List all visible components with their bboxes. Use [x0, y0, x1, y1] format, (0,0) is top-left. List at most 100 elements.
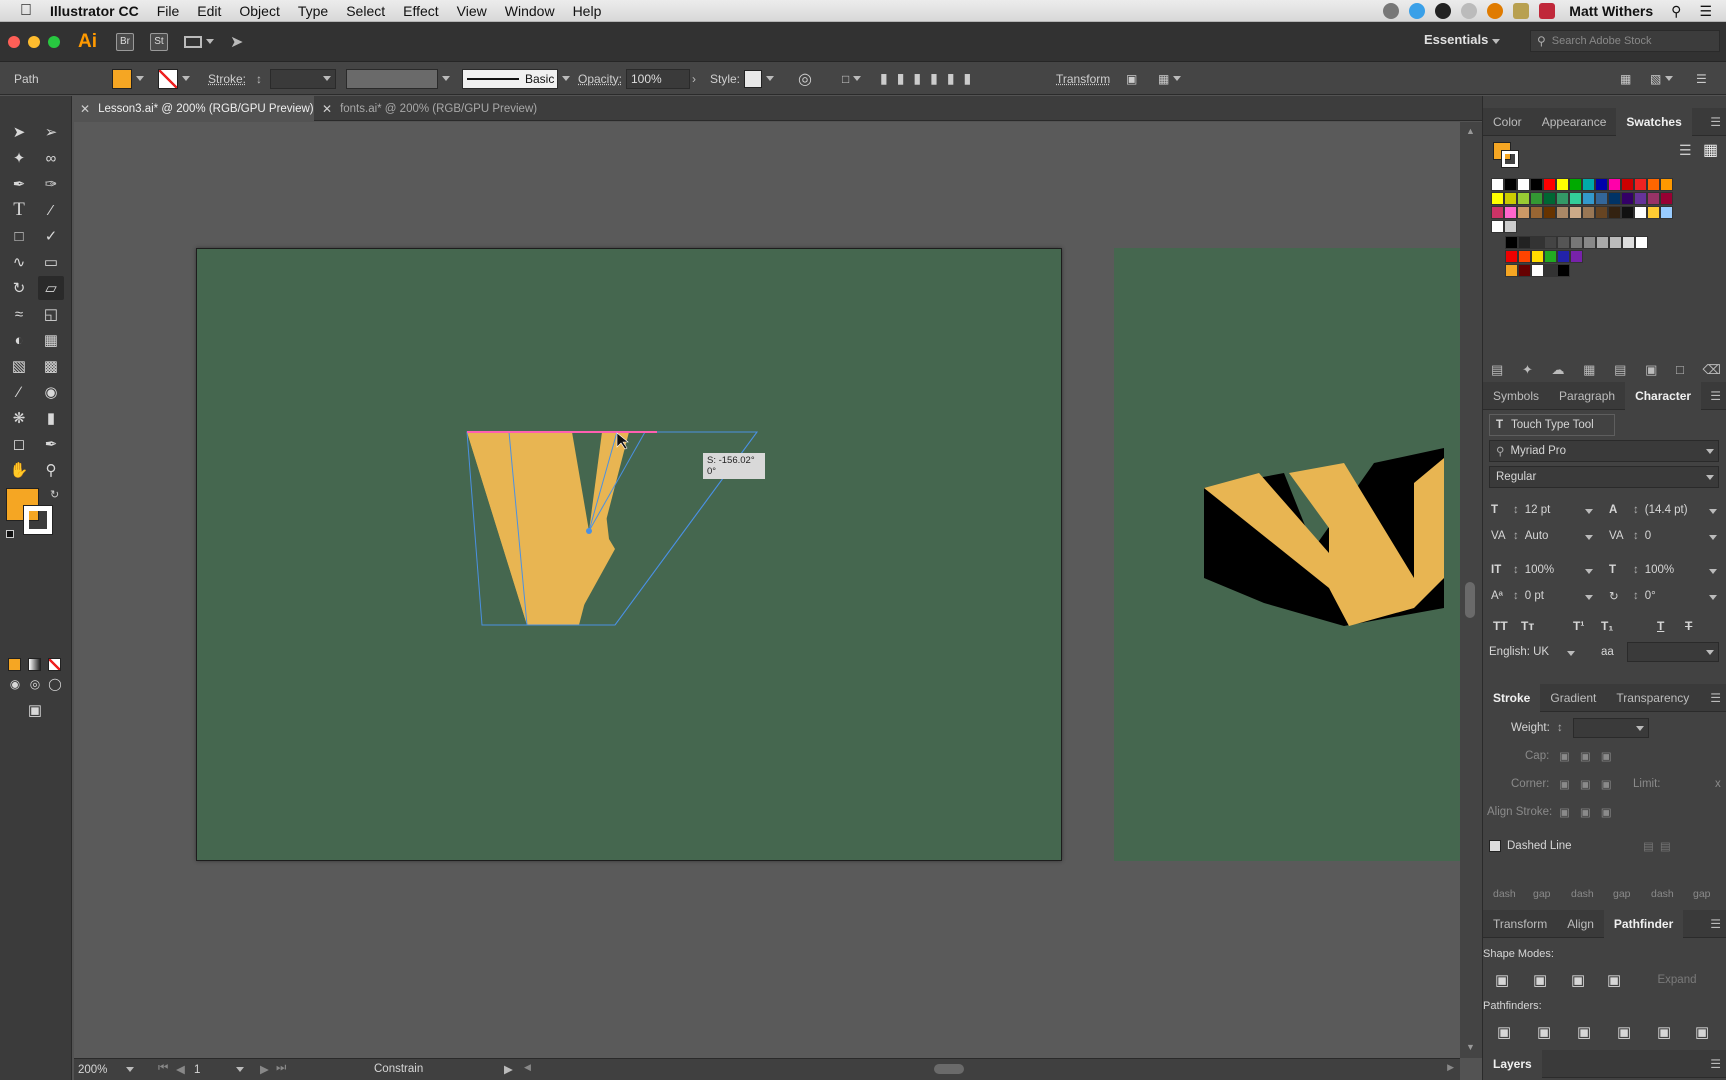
crop-icon[interactable]: ▣ — [1617, 1023, 1631, 1041]
magic-wand-tool-icon[interactable]: ✦ — [6, 146, 32, 170]
notification-center-icon[interactable]: ☰ — [1690, 3, 1726, 20]
stroke-color-control[interactable] — [158, 62, 190, 95]
horizontal-scale-field[interactable]: ↕ 100% — [1633, 564, 1717, 576]
color-swatch[interactable] — [1608, 178, 1621, 191]
color-swatch[interactable] — [1647, 192, 1660, 205]
color-swatch[interactable] — [1556, 206, 1569, 219]
color-swatch[interactable] — [1660, 206, 1673, 219]
artwork-3d-letters[interactable] — [1114, 248, 1460, 861]
artboard-number-field[interactable]: 1 — [194, 1061, 244, 1078]
menu-select[interactable]: Select — [337, 3, 394, 19]
bridge-button[interactable]: Br — [116, 32, 134, 51]
anchor-point[interactable] — [586, 528, 592, 534]
new-folder-icon[interactable]: ▣ — [1645, 362, 1657, 378]
color-mode-icon[interactable] — [8, 658, 21, 671]
stroke-swatch-large[interactable] — [23, 505, 53, 535]
color-swatch[interactable] — [1531, 264, 1544, 277]
eraser-tool-icon[interactable]: ▭ — [38, 250, 64, 274]
color-swatch[interactable] — [1543, 192, 1556, 205]
minimize-window-button[interactable] — [28, 35, 40, 48]
intersect-icon[interactable]: ▣ — [1571, 971, 1585, 989]
color-swatch[interactable] — [1583, 236, 1596, 249]
color-swatch[interactable] — [1569, 192, 1582, 205]
color-swatch[interactable] — [1530, 178, 1543, 191]
graphic-style-picker[interactable] — [744, 62, 774, 95]
color-swatch[interactable] — [1647, 178, 1660, 191]
perspective-grid-tool-icon[interactable]: ▦ — [38, 328, 64, 352]
touch-type-button[interactable]: T Touch Type Tool — [1489, 414, 1615, 436]
artboard-tool-icon[interactable]: ◻ — [6, 432, 32, 456]
workspace-switcher[interactable]: Essentials — [1424, 32, 1501, 47]
character-rotation-field[interactable]: ↕ 0° — [1633, 590, 1717, 602]
vertical-scale-field[interactable]: ↕ 100% — [1513, 564, 1593, 576]
color-swatch[interactable] — [1582, 178, 1595, 191]
color-swatch[interactable] — [1531, 250, 1544, 263]
color-swatch[interactable] — [1504, 178, 1517, 191]
recolor-artwork-icon[interactable]: ◎ — [798, 62, 812, 95]
app-menu[interactable]: Illustrator CC — [41, 3, 148, 19]
tab-transparency[interactable]: Transparency — [1606, 684, 1699, 712]
hand-tool-icon[interactable]: ✋ — [6, 458, 32, 482]
selection-tool-icon[interactable]: ➤ — [6, 120, 32, 144]
control-menu-icon[interactable]: ☰ — [1696, 62, 1707, 95]
user-name[interactable]: Matt Withers — [1560, 3, 1662, 19]
merge-icon[interactable]: ▣ — [1577, 1023, 1591, 1041]
anti-aliasing-select[interactable] — [1627, 642, 1719, 662]
tab-pathfinder[interactable]: Pathfinder — [1603, 909, 1684, 938]
gradient-tool-icon[interactable]: ▩ — [38, 354, 64, 378]
stroke-none-swatch[interactable] — [158, 68, 178, 89]
swap-fill-stroke-icon[interactable]: ↻ — [50, 488, 59, 501]
zoom-window-button[interactable] — [48, 35, 60, 48]
close-tab-icon[interactable]: ✕ — [80, 102, 90, 116]
stock-search-input[interactable]: ⚲ Search Adobe Stock — [1530, 30, 1720, 52]
apple-icon[interactable]:  — [0, 2, 41, 20]
status-arrow-icon[interactable]: ▶ — [504, 1062, 513, 1076]
arrange-panels-icon[interactable]: ▧ — [1650, 62, 1674, 95]
cc-libraries-icon[interactable]: ☁ — [1552, 362, 1565, 378]
stroke-weight-field[interactable] — [270, 62, 336, 95]
vertical-scrollbar[interactable]: ▲ ▼ — [1460, 122, 1482, 1058]
outline-icon[interactable]: ▣ — [1657, 1023, 1671, 1041]
stroke-label[interactable]: Stroke: — [208, 62, 246, 95]
superscript-icon[interactable]: T¹ — [1573, 619, 1584, 633]
default-fill-stroke-icon[interactable] — [6, 530, 14, 538]
sync-icon[interactable] — [1461, 3, 1478, 19]
artboard-nav-next-icon[interactable]: ▶ — [260, 1062, 269, 1076]
kerning-field[interactable]: ↕ Auto — [1513, 530, 1593, 542]
color-swatch[interactable] — [1595, 206, 1608, 219]
menu-file[interactable]: File — [148, 3, 189, 19]
scroll-thumb[interactable] — [1465, 582, 1475, 618]
blend-tool-icon[interactable]: ◉ — [38, 380, 64, 404]
variable-width-profile[interactable] — [346, 62, 450, 95]
color-swatch[interactable] — [1556, 178, 1569, 191]
color-swatch[interactable] — [1647, 206, 1660, 219]
color-swatch[interactable] — [1621, 178, 1634, 191]
font-style-field[interactable]: Regular — [1489, 466, 1719, 488]
horizontal-scrollbar[interactable]: ◀ ▶ — [524, 1062, 1454, 1077]
document-canvas[interactable]: S: -156.02° 0° — [74, 122, 1460, 1058]
isolate-icon[interactable]: ▣ — [1126, 62, 1137, 95]
menu-effect[interactable]: Effect — [394, 3, 448, 19]
minus-front-icon[interactable]: ▣ — [1533, 971, 1547, 989]
spotlight-search-icon[interactable]: ⚲ — [1662, 3, 1690, 20]
tab-character[interactable]: Character — [1625, 381, 1702, 410]
color-swatch[interactable] — [1531, 236, 1544, 249]
brush-definition[interactable]: Basic — [462, 62, 570, 95]
color-swatch[interactable] — [1660, 192, 1673, 205]
color-swatch[interactable] — [1544, 250, 1557, 263]
align-to-icon[interactable]: □ — [842, 62, 862, 95]
color-swatch[interactable] — [1517, 206, 1530, 219]
color-swatch[interactable] — [1544, 236, 1557, 249]
pen-tool-icon[interactable]: ✒ — [6, 172, 32, 196]
curvature-tool-icon[interactable]: ✑ — [38, 172, 64, 196]
close-tab-icon[interactable]: ✕ — [322, 102, 332, 116]
font-family-field[interactable]: ⚲ Myriad Pro — [1489, 440, 1719, 462]
mesh-tool-icon[interactable]: ▧ — [6, 354, 32, 378]
color-swatch[interactable] — [1557, 250, 1570, 263]
color-swatch[interactable] — [1518, 264, 1531, 277]
color-swatch[interactable] — [1543, 206, 1556, 219]
color-swatch[interactable] — [1557, 264, 1570, 277]
artboard-2[interactable] — [1114, 248, 1460, 861]
h-scroll-thumb[interactable] — [934, 1064, 964, 1074]
color-swatch[interactable] — [1530, 192, 1543, 205]
